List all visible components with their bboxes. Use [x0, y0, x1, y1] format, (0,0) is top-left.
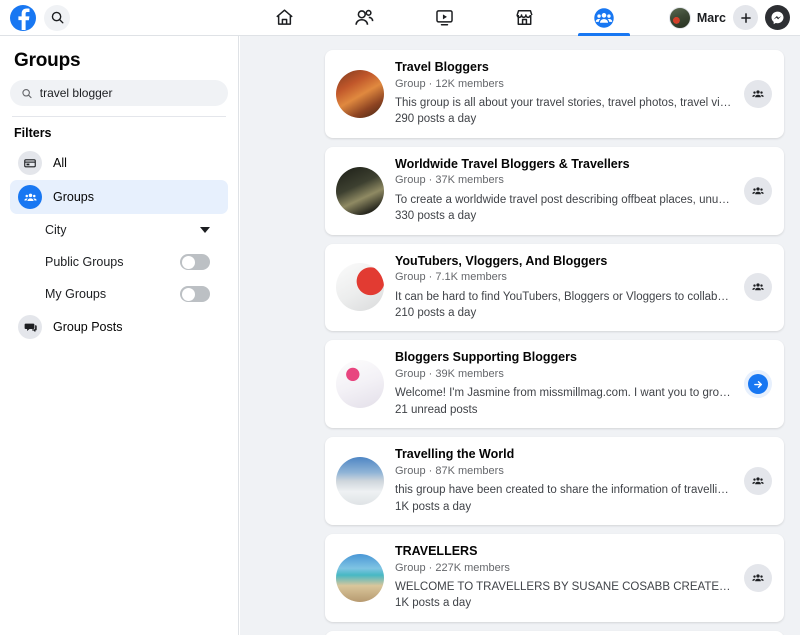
group-info: TRAVELLERS Group · 227K members WELCOME …: [395, 544, 733, 612]
sidebar-divider: [12, 116, 226, 117]
sub-filter-city[interactable]: City: [10, 214, 228, 246]
nav-tab-watch[interactable]: [404, 0, 484, 36]
group-results-list: Travel Bloggers Group · 12K members This…: [240, 36, 800, 635]
toggle-knob: [181, 287, 195, 301]
group-avatar: [336, 553, 384, 602]
group-name: Bloggers Supporting Bloggers: [395, 350, 577, 365]
search-icon: [22, 88, 32, 98]
group-avatar: [336, 69, 384, 118]
sidebar-item-label: Groups: [53, 190, 94, 204]
list-item[interactable]: Travel Bloggers Group · 12K members This…: [325, 50, 784, 138]
search-results-area: Travel Bloggers Group · 12K members This…: [240, 36, 800, 635]
group-name: YouTubers, Vloggers, And Bloggers: [395, 253, 608, 268]
group-activity: 21 unread posts: [395, 403, 478, 416]
group-avatar: [336, 360, 384, 409]
group-meta: Group · 37K members: [395, 174, 504, 187]
search-input[interactable]: [39, 86, 217, 100]
group-description: This group is all about your travel stor…: [395, 97, 733, 110]
sidebar-item-label: All: [53, 156, 67, 170]
left-sidebar: Groups Filters All Groups City Public Gr…: [0, 36, 239, 635]
list-item[interactable]: Bloggers Supporting Bloggers Group · 39K…: [325, 340, 784, 429]
sidebar-item-label: Group Posts: [53, 320, 123, 334]
group-avatar: [336, 263, 384, 312]
sub-filter-public-groups[interactable]: Public Groups: [10, 246, 228, 278]
nav-tab-friends[interactable]: [324, 0, 404, 36]
search-icon[interactable]: [44, 4, 70, 31]
nav-tab-home[interactable]: [244, 0, 324, 36]
user-profile-chip[interactable]: Marc: [668, 6, 726, 29]
group-name: Travelling the World: [395, 447, 515, 462]
group-info: Worldwide Travel Bloggers & Travellers G…: [395, 157, 733, 225]
groups-icon: [18, 185, 42, 209]
group-description: It can be hard to find YouTubers, Blogge…: [395, 290, 733, 303]
group-activity: 330 posts a day: [395, 210, 477, 223]
main-nav-tabs: [244, 0, 669, 36]
facebook-groups-search-page: Marc Groups Filters All: [0, 0, 800, 635]
group-activity: 290 posts a day: [395, 113, 477, 126]
list-item[interactable]: Travelling the World Group · 87K members…: [325, 437, 784, 525]
group-avatar: [336, 457, 384, 506]
list-item[interactable]: YouTubers, Vloggers, And Bloggers Group …: [325, 243, 784, 332]
group-meta: Group · 12K members: [395, 77, 504, 90]
chevron-down-icon[interactable]: [200, 227, 210, 233]
topbar-right-section: Marc: [668, 5, 800, 30]
filters-heading: Filters: [14, 126, 52, 140]
list-item[interactable]: Wandering Women Travel Bloggers Group · …: [325, 630, 784, 635]
sidebar-item-groups[interactable]: Groups: [10, 180, 228, 214]
group-description: Welcome! I'm Jasmine from missmillmag.co…: [395, 387, 733, 400]
sub-filter-label: My Groups: [45, 287, 107, 301]
page-title: Groups: [14, 50, 81, 71]
group-avatar: [336, 166, 384, 215]
group-description: this group have been created to share th…: [395, 484, 733, 497]
sidebar-item-group-posts[interactable]: Group Posts: [10, 310, 228, 344]
members-icon[interactable]: [744, 176, 772, 205]
members-icon[interactable]: [744, 467, 772, 496]
group-meta: Group · 87K members: [395, 464, 504, 477]
list-item[interactable]: TRAVELLERS Group · 227K members WELCOME …: [325, 533, 784, 622]
user-name-label: Marc: [696, 10, 726, 25]
facebook-logo-icon[interactable]: [10, 4, 36, 31]
visit-arrow-circle: [748, 374, 768, 395]
topbar-left-section: [0, 4, 240, 31]
nav-tab-marketplace[interactable]: [484, 0, 564, 36]
sub-filter-label: City: [45, 223, 67, 237]
members-icon[interactable]: [744, 273, 772, 302]
sidebar-search-box[interactable]: [10, 80, 228, 106]
sidebar-item-all[interactable]: All: [10, 146, 228, 180]
nav-tab-groups[interactable]: [564, 0, 644, 36]
visit-arrow-icon[interactable]: [744, 370, 772, 399]
group-name: Worldwide Travel Bloggers & Travellers: [395, 156, 630, 171]
group-meta: Group · 39K members: [395, 367, 504, 380]
group-info: YouTubers, Vloggers, And Bloggers Group …: [395, 254, 733, 322]
list-item[interactable]: Worldwide Travel Bloggers & Travellers G…: [325, 146, 784, 235]
group-posts-icon: [18, 315, 42, 339]
group-activity: 210 posts a day: [395, 307, 477, 320]
group-info: Travelling the World Group · 87K members…: [395, 447, 733, 515]
messenger-icon[interactable]: [765, 5, 790, 30]
top-navigation-bar: Marc: [0, 0, 800, 36]
my-groups-toggle[interactable]: [180, 286, 210, 302]
create-plus-icon[interactable]: [733, 5, 758, 30]
all-results-icon: [18, 151, 42, 175]
avatar: [668, 6, 691, 29]
group-name: TRAVELLERS: [395, 543, 478, 558]
members-icon[interactable]: [744, 79, 772, 108]
group-name: Travel Bloggers: [395, 60, 489, 74]
group-info: Travel Bloggers Group · 12K members This…: [395, 60, 733, 128]
sub-filter-label: Public Groups: [45, 255, 124, 269]
group-activity: 1K posts a day: [395, 597, 472, 610]
public-groups-toggle[interactable]: [180, 254, 210, 270]
group-description: To create a worldwide travel post descri…: [395, 193, 733, 206]
toggle-knob: [181, 255, 195, 269]
group-meta: Group · 7.1K members: [395, 271, 507, 284]
members-icon[interactable]: [744, 563, 772, 592]
group-info: Bloggers Supporting Bloggers Group · 39K…: [395, 350, 733, 418]
group-description: WELCOME TO TRAVELLERS BY SUSANE COSABB C…: [395, 581, 733, 594]
group-meta: Group · 227K members: [395, 561, 510, 574]
sub-filter-my-groups[interactable]: My Groups: [10, 278, 228, 310]
group-activity: 1K posts a day: [395, 500, 472, 513]
